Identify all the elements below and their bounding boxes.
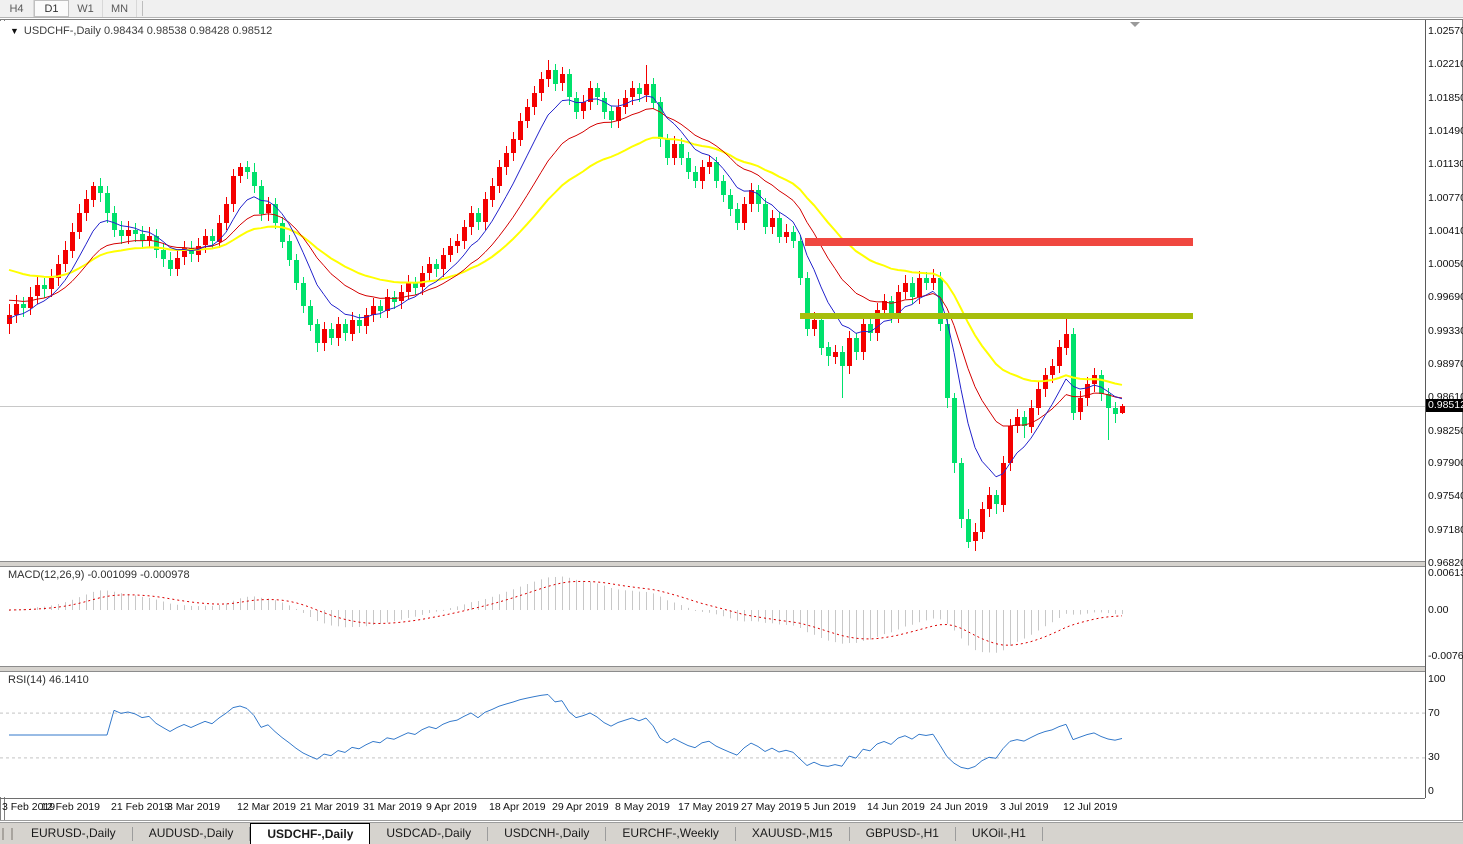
- tab-separator: [1042, 827, 1043, 841]
- current-price-badge: 0.98512: [1426, 399, 1463, 412]
- chart-tab-usdchf[interactable]: USDCHF-,Daily: [250, 823, 370, 844]
- date-axis-label: 29 Apr 2019: [552, 801, 609, 813]
- price-axis-label: 1.00410: [1428, 225, 1463, 237]
- rsi-indicator-canvas[interactable]: [0, 671, 1425, 797]
- chart-title: ▼ USDCHF-,Daily 0.98434 0.98538 0.98428 0…: [10, 25, 272, 37]
- chart-tab-bar: EURUSD-,DailyAUDUSD-,DailyUSDCHF-,DailyU…: [0, 822, 1463, 844]
- date-axis-label: 12 Mar 2019: [237, 801, 296, 813]
- date-axis-label: 21 Mar 2019: [300, 801, 359, 813]
- macd-axis-label: 0.00: [1428, 604, 1463, 616]
- tab-bar-border: [0, 820, 1463, 821]
- date-axis-label: 8 May 2019: [615, 801, 670, 813]
- price-axis-label: 0.97900: [1428, 457, 1463, 469]
- date-axis-label: 3 Jul 2019: [1000, 801, 1048, 813]
- price-axis-label: 1.01130: [1428, 158, 1463, 170]
- timeframe-toolbar: H4D1W1MN: [0, 0, 1463, 18]
- price-chart-canvas[interactable]: [0, 21, 1425, 561]
- rsi-axis-label: 0: [1428, 785, 1463, 797]
- date-axis-label: 24 Jun 2019: [930, 801, 988, 813]
- price-axis-label: 0.99690: [1428, 291, 1463, 303]
- chart-tab-xauusd[interactable]: XAUUSD-,M15: [736, 823, 849, 844]
- toolbar-separator: [137, 1, 143, 16]
- date-axis-label: 18 Apr 2019: [489, 801, 546, 813]
- date-axis-label: 31 Mar 2019: [363, 801, 422, 813]
- chart-tab-ukoil[interactable]: UKOil-,H1: [956, 823, 1042, 844]
- rsi-axis-label: 30: [1428, 751, 1463, 763]
- date-axis-label: 14 Jun 2019: [867, 801, 925, 813]
- macd-indicator-canvas[interactable]: [0, 566, 1425, 666]
- price-axis-label: 0.98250: [1428, 425, 1463, 437]
- chart-window-border-top: [0, 19, 1463, 20]
- date-axis-line: [0, 798, 1425, 799]
- chart-ohlc-values: 0.98434 0.98538 0.98428 0.98512: [104, 25, 272, 37]
- date-axis-label: 21 Feb 2019: [111, 801, 170, 813]
- price-axis-label: 0.97540: [1428, 490, 1463, 502]
- symbol-dropdown-icon: ▼: [10, 26, 19, 36]
- macd-axis-label: -0.007612: [1428, 650, 1463, 662]
- price-axis-label: 1.01490: [1428, 125, 1463, 137]
- price-axis-label: 1.02210: [1428, 58, 1463, 70]
- price-axis-label: 0.99330: [1428, 325, 1463, 337]
- date-axis-label: 3 Mar 2019: [167, 801, 220, 813]
- macd-label: MACD(12,26,9) -0.001099 -0.000978: [8, 569, 190, 581]
- date-axis-label: 5 Jun 2019: [804, 801, 856, 813]
- date-axis-label: 12 Feb 2019: [41, 801, 100, 813]
- price-axis-label: 1.02570: [1428, 25, 1463, 37]
- timeframe-button-mn[interactable]: MN: [103, 0, 137, 17]
- timeframe-button-h4[interactable]: H4: [0, 0, 34, 17]
- date-axis-label: 9 Apr 2019: [426, 801, 477, 813]
- rsi-axis-label: 70: [1428, 707, 1463, 719]
- chart-tab-gbpusd[interactable]: GBPUSD-,H1: [850, 823, 955, 844]
- date-axis-label: 17 May 2019: [678, 801, 739, 813]
- rsi-value: 46.1410: [49, 674, 89, 686]
- chart-symbol-label: USDCHF-,Daily: [24, 25, 101, 37]
- price-axis-label: 0.97180: [1428, 524, 1463, 536]
- price-axis-label: 1.00050: [1428, 258, 1463, 270]
- macd-axis-label: 0.00613: [1428, 567, 1463, 579]
- timeframe-button-w1[interactable]: W1: [69, 0, 103, 17]
- tab-bar-gripper[interactable]: [2, 828, 13, 840]
- trading-platform-window: H4D1W1MN ▼ USDCHF-,Daily 0.98434 0.98538 …: [0, 0, 1463, 844]
- macd-values: -0.001099 -0.000978: [87, 569, 189, 581]
- timeframe-button-d1[interactable]: D1: [34, 0, 69, 17]
- date-axis-label: 12 Jul 2019: [1063, 801, 1117, 813]
- chart-tab-audusd[interactable]: AUDUSD-,Daily: [133, 823, 250, 844]
- chart-tab-usdcnh[interactable]: USDCNH-,Daily: [488, 823, 605, 844]
- chart-tab-eurusd[interactable]: EURUSD-,Daily: [15, 823, 132, 844]
- date-axis-label: 27 May 2019: [741, 801, 802, 813]
- price-axis-label: 0.98970: [1428, 358, 1463, 370]
- rsi-axis-label: 100: [1428, 673, 1463, 685]
- price-axis-label: 1.00770: [1428, 192, 1463, 204]
- price-axis-label: 1.01850: [1428, 92, 1463, 104]
- panel-divider-rsi[interactable]: [0, 666, 1425, 672]
- chart-tab-usdcad[interactable]: USDCAD-,Daily: [370, 823, 487, 844]
- rsi-label: RSI(14) 46.1410: [8, 674, 89, 686]
- chart-shift-marker-icon[interactable]: [1130, 22, 1140, 27]
- chart-tab-eurchf[interactable]: EURCHF-,Weekly: [606, 823, 734, 844]
- panel-divider-macd[interactable]: [0, 561, 1425, 567]
